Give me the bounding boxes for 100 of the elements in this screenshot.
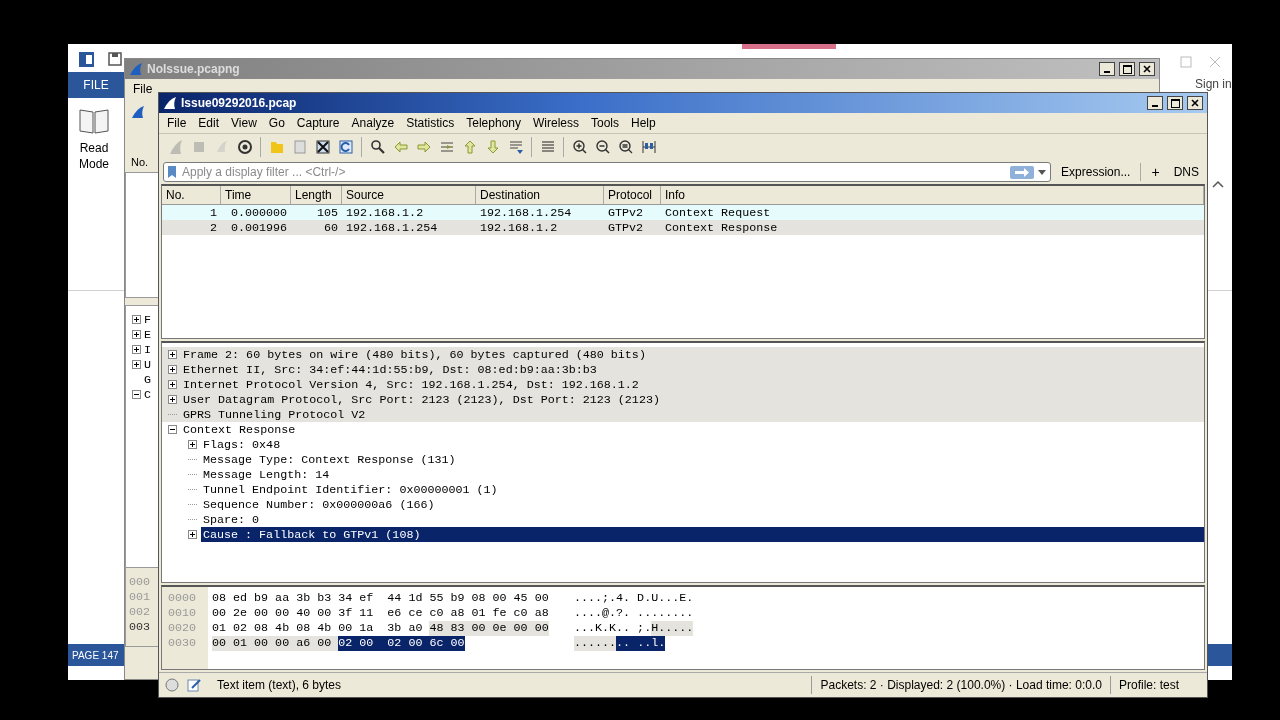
- offset-label: 0020: [168, 621, 197, 636]
- hex-bytes: 02 00 02 00 6c 00: [338, 636, 465, 651]
- tree-item[interactable]: Tunnel Endpoint Identifier: 0x00000001 (1): [201, 482, 500, 497]
- menu-item[interactable]: Telephony: [460, 116, 527, 130]
- close-button[interactable]: [1187, 96, 1203, 110]
- packet-count-text: Packets: 2 · Displayed: 2 (100.0%) · Load time: 0:0.0: [820, 678, 1102, 692]
- table-cell-text: 192.168.1.254: [479, 205, 573, 220]
- arrow-right-icon: [1014, 167, 1031, 177]
- tree-item[interactable]: Context Response: [181, 422, 298, 437]
- ascii-bytes: ......: [574, 636, 617, 651]
- column-header[interactable]: Length: [291, 186, 342, 204]
- tree-item[interactable]: Sequence Number: 0x000000a6 (166): [201, 497, 437, 512]
- expand-icon[interactable]: [132, 315, 141, 324]
- menu-item[interactable]: Statistics: [400, 116, 461, 130]
- status-circle-icon[interactable]: [165, 678, 179, 692]
- column-header[interactable]: Protocol: [604, 186, 661, 204]
- window-title: Issue09292016.pcap: [181, 96, 298, 110]
- maximize-button[interactable]: [1119, 62, 1135, 76]
- expression-button[interactable]: Expression...: [1057, 165, 1135, 179]
- table-cell-text: 60: [322, 220, 339, 235]
- menu-item[interactable]: Capture: [290, 116, 346, 130]
- file-tab[interactable]: FILE: [68, 72, 124, 98]
- hex-bytes: 00 2e 00 00 40 00 3f 11 e6 ce c0 a8 01 fe c0 a8: [212, 606, 549, 621]
- expand-icon[interactable]: [132, 345, 141, 354]
- dns-filter-button[interactable]: DNS: [1169, 165, 1203, 179]
- menu-item[interactable]: Analyze: [345, 116, 401, 130]
- packet-row[interactable]: 2 0.001996 60 192.168.1.254 192.168.1.2 GTPv2 Context Response: [162, 220, 1204, 235]
- shark-fin-icon: [129, 62, 143, 76]
- table-cell-text: Context Response: [664, 220, 779, 235]
- book-icon[interactable]: [78, 107, 110, 135]
- ascii-bytes: ....;.4. D.U...E.: [574, 591, 694, 606]
- column-header[interactable]: No.: [162, 186, 221, 204]
- expand-icon[interactable]: [132, 360, 141, 369]
- expand-icon[interactable]: [168, 395, 177, 404]
- expand-icon[interactable]: [132, 330, 141, 339]
- dropdown-caret-icon[interactable]: [1038, 169, 1047, 175]
- column-header[interactable]: Info: [661, 186, 1204, 204]
- tree-item[interactable]: Message Length: 14: [201, 467, 332, 482]
- offset-label: 002: [129, 604, 151, 619]
- profile-text[interactable]: Profile: test: [1118, 678, 1179, 692]
- tree-item[interactable]: E: [144, 327, 151, 342]
- expand-icon[interactable]: [188, 530, 197, 539]
- tree-item[interactable]: I: [144, 342, 151, 357]
- sign-in-link[interactable]: Sign in: [1195, 77, 1232, 91]
- collapse-icon[interactable]: [168, 425, 177, 434]
- tree-item[interactable]: Message Type: Context Response (131): [201, 452, 458, 467]
- add-filter-button[interactable]: +: [1147, 164, 1164, 180]
- collapse-icon[interactable]: [132, 390, 141, 399]
- column-header[interactable]: Destination: [476, 186, 604, 204]
- tree-item[interactable]: GPRS Tunneling Protocol V2: [181, 407, 368, 422]
- menu-item[interactable]: Edit: [192, 116, 226, 130]
- edit-note-icon[interactable]: [187, 678, 201, 692]
- tree-item[interactable]: Cause : Fallback to GTPv1 (108): [201, 527, 423, 542]
- menu-item[interactable]: Help: [625, 116, 662, 130]
- minimize-button[interactable]: [1147, 96, 1163, 110]
- expand-icon[interactable]: [188, 440, 197, 449]
- minimize-button[interactable]: [1099, 62, 1115, 76]
- close-button[interactable]: [1139, 62, 1155, 76]
- table-cell-text: 192.168.1.2: [345, 205, 425, 220]
- read-mode-label[interactable]: Read Mode: [76, 140, 112, 172]
- table-cell-text: GTPv2: [607, 220, 645, 235]
- tree-item[interactable]: F: [144, 312, 151, 327]
- expand-icon[interactable]: [168, 350, 177, 359]
- tree-item[interactable]: Flags: 0x48: [201, 437, 283, 452]
- hex-bytes: 00 01 00 00 a6 00: [212, 636, 339, 651]
- status-bar-strip: [1206, 644, 1232, 666]
- column-header[interactable]: No.: [131, 156, 149, 168]
- save-icon[interactable]: [108, 52, 122, 66]
- offset-label: 001: [129, 589, 151, 604]
- ascii-bytes: H.....: [651, 621, 694, 636]
- document-icon: [78, 51, 95, 68]
- tree-item[interactable]: U: [144, 357, 151, 372]
- close-icon: [1191, 99, 1199, 107]
- tree-item[interactable]: Spare: 0: [201, 512, 262, 527]
- table-cell-text: 1: [209, 205, 218, 220]
- packet-row[interactable]: 1 0.000000 105 192.168.1.2 192.168.1.254 GTPv2 Context Request: [162, 205, 1204, 220]
- column-header[interactable]: Source: [342, 186, 476, 204]
- column-header[interactable]: Time: [221, 186, 291, 204]
- menu-item[interactable]: File: [127, 82, 159, 96]
- table-cell-text: GTPv2: [607, 205, 645, 220]
- tree-item[interactable]: C: [144, 387, 151, 402]
- ascii-bytes: ...K.K.. ;.: [574, 621, 652, 636]
- maximize-icon: [1122, 64, 1132, 74]
- chevron-up-icon[interactable]: [1212, 180, 1224, 188]
- table-cell-text: 0.000000: [229, 205, 288, 220]
- maximize-icon: [1170, 98, 1180, 108]
- expand-icon[interactable]: [168, 365, 177, 374]
- table-cell-text: 105: [315, 205, 339, 220]
- display-filter-field[interactable]: Apply a display filter ... <Ctrl-/>: [163, 162, 1052, 182]
- menu-item[interactable]: View: [225, 116, 263, 130]
- hex-bytes: 01 02 08 4b 08 4b 00 1a 3b a0: [212, 621, 424, 636]
- expand-icon[interactable]: [168, 380, 177, 389]
- menu-item[interactable]: Tools: [585, 116, 625, 130]
- display-filter-input[interactable]: Apply a display filter ... <Ctrl-/>: [180, 164, 1007, 180]
- tree-item[interactable]: G: [144, 372, 151, 387]
- maximize-button[interactable]: [1167, 96, 1183, 110]
- offset-label: 000: [129, 574, 151, 589]
- menu-item[interactable]: Go: [262, 116, 291, 130]
- menu-item[interactable]: Wireless: [527, 116, 585, 130]
- menu-item[interactable]: File: [161, 116, 193, 130]
